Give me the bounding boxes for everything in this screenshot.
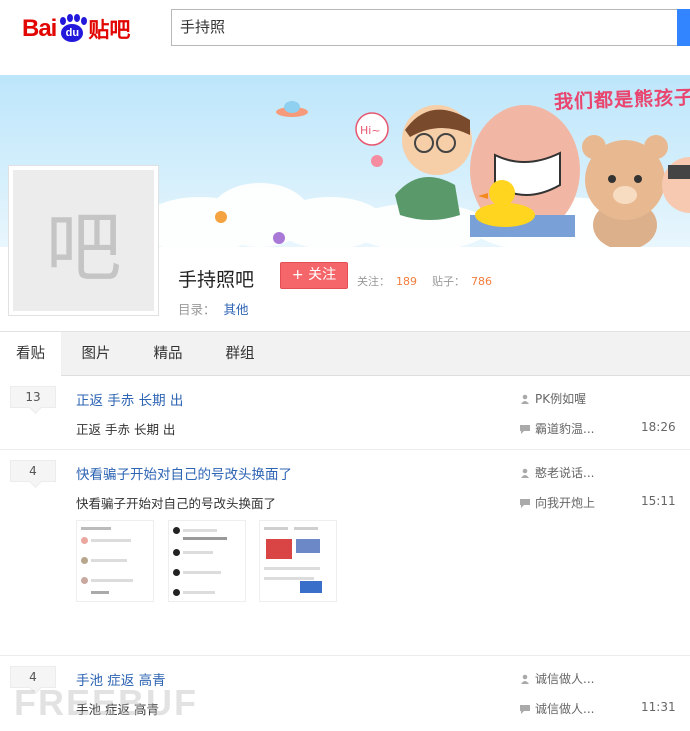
thread-last-reply: 诚信做人...: [520, 700, 594, 717]
reply-count: 4: [10, 460, 56, 482]
catalog-link[interactable]: 其他: [224, 302, 249, 317]
last-reply-user[interactable]: 向我开炮上: [535, 494, 595, 511]
thread-image-thumbnail[interactable]: [259, 520, 337, 602]
thread-author-name[interactable]: 憨老说话...: [535, 464, 594, 481]
reply-count: 13: [10, 386, 56, 408]
thread-author-name[interactable]: 诚信做人...: [535, 670, 594, 687]
user-icon: [521, 394, 529, 404]
follow-button[interactable]: + 关注: [280, 262, 348, 289]
thread-author: PK例如喔: [520, 390, 586, 407]
logo-bai-text: Bai: [22, 15, 57, 42]
followers-stat: 关注： 189: [357, 273, 417, 289]
comment-icon: [520, 424, 530, 434]
last-reply-user[interactable]: 霸道豹温...: [535, 420, 594, 437]
forum-avatar-char: 吧: [13, 170, 154, 311]
posts-count: 786: [471, 275, 492, 288]
logo-du-text: du: [61, 24, 84, 42]
catalog: 目录： 其他: [178, 299, 249, 318]
last-reply-time: 18:26: [641, 420, 676, 434]
thread-item: 13 正返 手赤 长期 出 正返 手赤 长期 出 PK例如喔 霸道豹温... 1…: [0, 376, 690, 450]
forum-tabs: 看贴 图片 精品 群组: [0, 331, 690, 377]
thread-abstract: 正返 手赤 长期 出: [76, 422, 176, 437]
thread-image-thumbnail[interactable]: [168, 520, 246, 602]
tab-threads[interactable]: 看贴: [0, 332, 61, 377]
thread-author: 诚信做人...: [520, 670, 594, 687]
posts-label: 贴子：: [432, 275, 465, 288]
freebuf-watermark: FREEBUF: [14, 682, 198, 723]
thread-image-thumbnail[interactable]: [76, 520, 154, 602]
baidu-tieba-logo[interactable]: Bai du 贴吧: [22, 12, 130, 46]
thread-abstract: 快看骗子开始对自己的号改头换面了: [76, 496, 277, 511]
search-button[interactable]: [677, 9, 690, 46]
last-reply-user[interactable]: 诚信做人...: [535, 700, 594, 717]
baidu-paw-icon: du: [57, 14, 88, 44]
comment-icon: [520, 704, 530, 714]
tab-featured[interactable]: 精品: [142, 332, 194, 376]
forum-avatar[interactable]: 吧: [8, 165, 159, 316]
logo-tieba-text: 贴吧: [88, 18, 131, 42]
tab-groups[interactable]: 群组: [214, 332, 266, 376]
search-input[interactable]: 手持照: [171, 9, 679, 46]
top-bar: Bai du 贴吧 手持照: [0, 0, 690, 75]
thread-title[interactable]: 正返 手赤 长期 出: [76, 389, 183, 409]
forum-name[interactable]: 手持照吧: [178, 265, 254, 292]
thread-author: 憨老说话...: [520, 464, 594, 481]
catalog-label: 目录：: [178, 302, 216, 317]
last-reply-time: 11:31: [641, 700, 676, 714]
user-icon: [521, 674, 529, 684]
followers-count: 189: [396, 275, 417, 288]
thread-author-name[interactable]: PK例如喔: [535, 390, 586, 407]
user-icon: [521, 468, 529, 478]
posts-stat: 贴子： 786: [432, 273, 492, 289]
tab-images[interactable]: 图片: [70, 332, 122, 376]
thread-title[interactable]: 快看骗子开始对自己的号改头换面了: [76, 463, 292, 483]
thread-last-reply: 向我开炮上: [520, 494, 595, 511]
svg-text:Hi~: Hi~: [360, 124, 381, 137]
followers-label: 关注：: [357, 275, 390, 288]
thread-last-reply: 霸道豹温...: [520, 420, 594, 437]
comment-icon: [520, 498, 530, 508]
last-reply-time: 15:11: [641, 494, 676, 508]
banner-slogan: 我们都是熊孩子: [553, 86, 690, 114]
